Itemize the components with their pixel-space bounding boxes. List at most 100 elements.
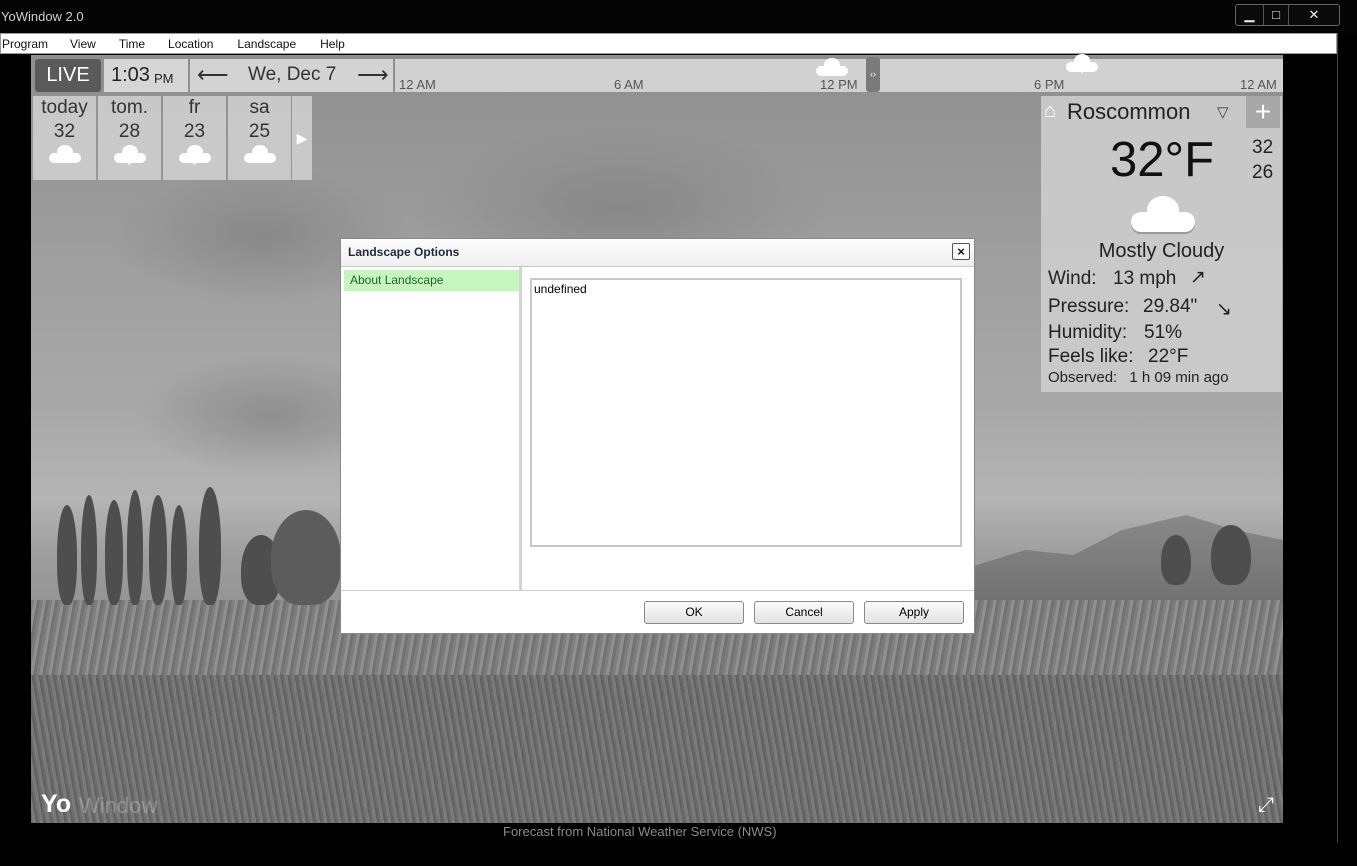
dialog-close-button[interactable]: × xyxy=(952,243,970,260)
timeline-hour-label: 12 PM xyxy=(820,77,858,92)
window-title: YoWindow 2.0 xyxy=(1,9,84,24)
snowflake-icon: * xyxy=(1080,69,1084,80)
tree xyxy=(171,505,187,605)
snowflake-icon: * xyxy=(192,161,197,172)
cloud-snow-icon: * xyxy=(1066,54,1098,80)
menu-landscape[interactable]: Landscape xyxy=(237,37,320,51)
tree xyxy=(149,495,167,605)
logo[interactable]: Yo xyxy=(41,790,71,819)
sidebar-item-about-landscape[interactable]: About Landscape xyxy=(344,270,519,291)
menu-bar: Program View Time Location Landscape Hel… xyxy=(0,33,1337,54)
tree xyxy=(1211,525,1251,585)
snowflake-icon: * xyxy=(127,161,132,172)
dialog-sidebar xyxy=(341,267,522,590)
window-controls: ▁ □ ✕ xyxy=(1235,4,1340,26)
arrow-right-icon[interactable]: ⟶ xyxy=(357,62,389,88)
humidity-label: Humidity: xyxy=(1048,322,1128,343)
logo-text: Window xyxy=(79,793,158,818)
forecast-day-temp: 23 xyxy=(183,121,206,142)
timeline-hour-label: 12 AM xyxy=(399,77,436,92)
cloud-icon xyxy=(1131,196,1195,232)
title-bar xyxy=(0,0,1357,33)
forecast-day-temp: 28 xyxy=(118,121,141,142)
forecast-day-name: fr xyxy=(188,97,201,118)
forecast-day-sa[interactable]: sa 25 xyxy=(228,96,291,180)
forecast-day-name: sa xyxy=(249,97,270,118)
window-frame xyxy=(1337,33,1343,843)
forecast-day-fr[interactable]: fr 23 * xyxy=(163,96,226,180)
home-icon[interactable]: ⌂ xyxy=(1044,100,1056,123)
pressure-value: 29.84" xyxy=(1143,296,1198,317)
menu-view[interactable]: View xyxy=(70,37,119,51)
apply-button[interactable]: Apply xyxy=(864,601,964,624)
clock: 1:03 PM xyxy=(104,59,188,92)
cloud-icon xyxy=(243,145,276,163)
current-temperature: 32°F xyxy=(1110,133,1215,187)
wind-value: 13 mph xyxy=(1113,268,1177,289)
tree xyxy=(81,495,97,605)
tree xyxy=(127,490,143,605)
cloud-snow-icon: * xyxy=(178,145,211,172)
feels-like-row: Feels like: 22°F xyxy=(1048,346,1188,368)
timeline-handle[interactable]: ‹› xyxy=(866,57,880,92)
menu-program[interactable]: Program xyxy=(1,37,70,51)
menu-help[interactable]: Help xyxy=(320,37,358,51)
maximize-button[interactable]: □ xyxy=(1264,5,1289,25)
chevron-down-icon[interactable]: ▽ xyxy=(1217,103,1229,121)
field-foreground xyxy=(31,675,1283,823)
add-location-button[interactable]: + xyxy=(1246,96,1280,128)
temperature-high: 32 xyxy=(1252,137,1274,158)
clock-ampm: PM xyxy=(154,71,174,86)
tree xyxy=(199,487,221,605)
minimize-button[interactable]: ▁ xyxy=(1236,5,1264,25)
dialog-content-text: undefined xyxy=(534,282,587,296)
menu-time[interactable]: Time xyxy=(119,37,168,51)
feels-like-label: Feels like: xyxy=(1048,346,1134,367)
pressure-row: Pressure: 29.84" ↘ xyxy=(1048,296,1232,320)
timeline-hour-label: 6 AM xyxy=(614,77,644,92)
temperature-low: 26 xyxy=(1252,162,1274,183)
fullscreen-icon[interactable]: ⤢ xyxy=(1252,791,1280,819)
date-label: We, Dec 7 xyxy=(248,64,337,85)
observed-label: Observed: xyxy=(1048,369,1118,386)
tree xyxy=(57,505,77,605)
humidity-value: 51% xyxy=(1144,322,1183,343)
timeline-hour-label: 12 AM xyxy=(1240,77,1277,92)
forecast-day-name: tom. xyxy=(111,97,148,118)
cancel-button[interactable]: Cancel xyxy=(754,601,854,624)
forecast-day-temp: 25 xyxy=(248,121,271,142)
arrow-left-icon[interactable]: ⟵ xyxy=(197,62,229,88)
close-button[interactable]: ✕ xyxy=(1289,5,1339,25)
ok-button[interactable]: OK xyxy=(644,601,744,624)
location-name[interactable]: Roscommon xyxy=(1067,99,1190,125)
wind-direction-icon: ↗ xyxy=(1190,267,1206,288)
live-button[interactable]: LIVE xyxy=(35,59,101,92)
cloud-icon xyxy=(816,58,848,76)
observed-value: 1 h 09 min ago xyxy=(1129,369,1229,386)
forecast-credit[interactable]: Forecast from National Weather Service (… xyxy=(503,824,777,839)
forecast-day-tomorrow[interactable]: tom. 28 * xyxy=(98,96,161,180)
humidity-row: Humidity: 51% xyxy=(1048,322,1182,344)
forecast-next-icon[interactable]: ▶ xyxy=(292,96,312,180)
tree xyxy=(1161,535,1191,585)
dialog-title: Landscape Options xyxy=(348,245,460,259)
observed-row: Observed: 1 h 09 min ago xyxy=(1048,369,1229,386)
cloud-icon xyxy=(48,145,81,163)
feels-like-value: 22°F xyxy=(1148,346,1189,367)
tree xyxy=(271,510,341,605)
clock-time: 1:03 xyxy=(111,64,150,86)
dialog-content-area[interactable] xyxy=(530,278,962,547)
forecast-day-name: today xyxy=(41,97,88,118)
timeline-hour-label: 6 PM xyxy=(1034,77,1065,92)
pressure-trend-icon: ↘ xyxy=(1216,299,1232,320)
menu-location[interactable]: Location xyxy=(168,37,237,51)
dialog-footer-divider xyxy=(341,590,974,591)
forecast-day-today[interactable]: today 32 xyxy=(33,96,96,180)
wind-row: Wind: 13 mph ↗ xyxy=(1048,267,1206,290)
forecast-day-temp: 32 xyxy=(53,121,76,142)
wind-label: Wind: xyxy=(1048,268,1097,289)
weather-condition: Mostly Cloudy xyxy=(1098,240,1225,262)
cloud-snow-icon: * xyxy=(113,145,146,172)
pressure-label: Pressure: xyxy=(1048,296,1130,317)
tree xyxy=(105,500,123,605)
